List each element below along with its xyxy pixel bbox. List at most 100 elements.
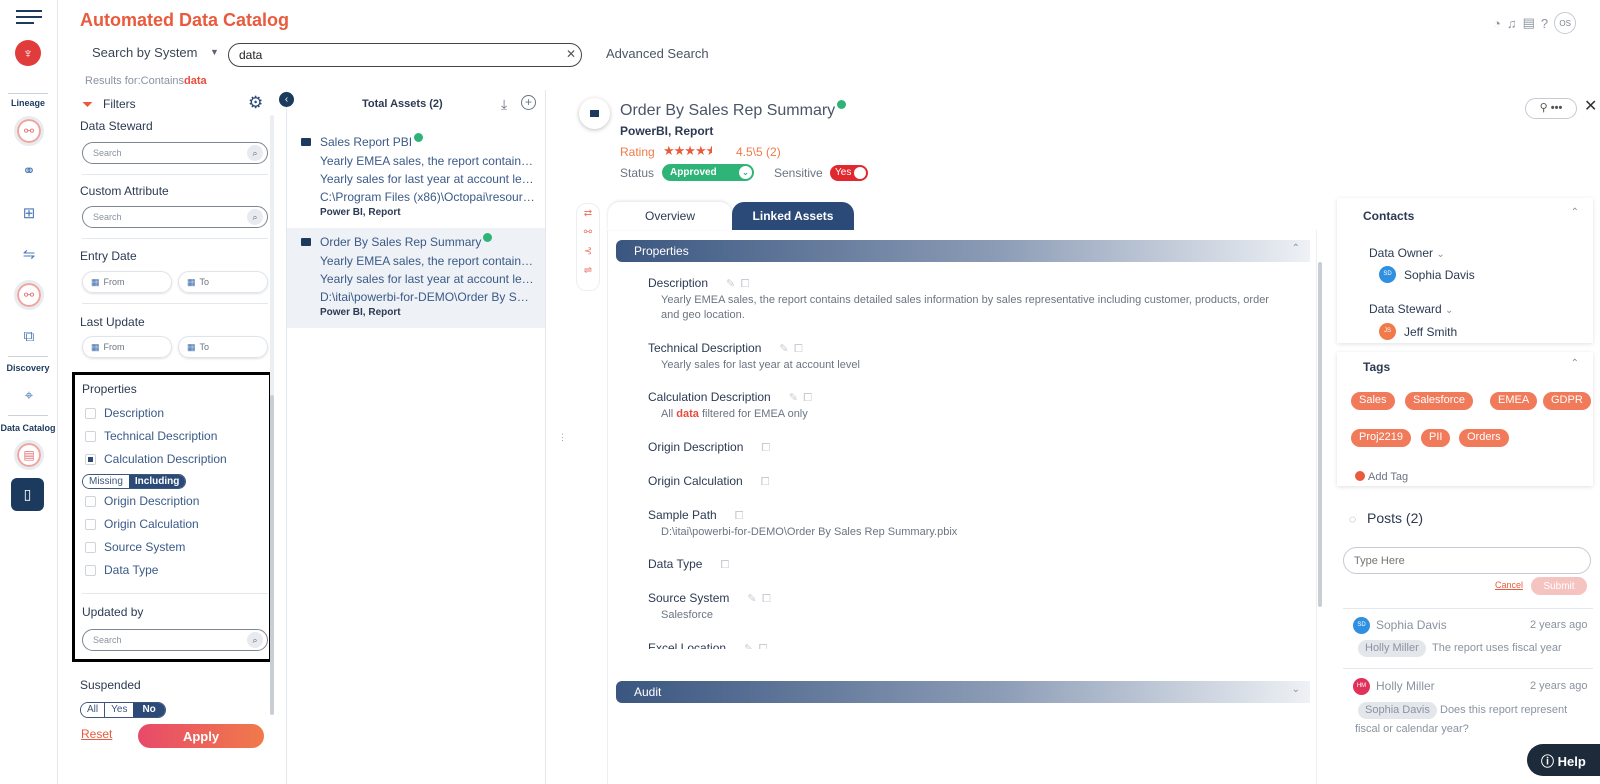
asset-list-item[interactable]: Sales Report PBI Yearly EMEA sales, the … bbox=[287, 128, 545, 228]
add-circle-icon[interactable]: + bbox=[521, 95, 536, 110]
missing-option[interactable]: Missing bbox=[83, 475, 129, 488]
tag-chip[interactable]: Salesforce bbox=[1405, 392, 1473, 410]
edit-pencil-icon[interactable]: ✎ bbox=[789, 392, 798, 404]
submit-post-button[interactable]: Submit bbox=[1531, 577, 1587, 595]
data-owner-name[interactable]: Sophia Davis bbox=[1404, 268, 1475, 282]
copy-icon[interactable]: ⧠ bbox=[803, 392, 812, 404]
advanced-search-link[interactable]: Advanced Search bbox=[606, 46, 709, 61]
checkbox-origin-description[interactable] bbox=[85, 496, 96, 507]
suspended-no-option[interactable]: No bbox=[133, 703, 165, 717]
flow-icon[interactable]: ⇌ bbox=[577, 261, 599, 280]
business-glossary-icon[interactable]: ▯ bbox=[11, 478, 44, 511]
document-icon[interactable]: ▤ bbox=[1523, 15, 1535, 31]
copy-icon[interactable]: ⧠ bbox=[761, 442, 770, 454]
edit-pencil-icon[interactable]: ✎ bbox=[726, 278, 735, 290]
tag-chip[interactable]: Sales bbox=[1351, 392, 1395, 410]
filter-settings-gear-icon[interactable]: ⚙ bbox=[248, 93, 263, 113]
help-question-icon[interactable]: ? bbox=[1541, 16, 1548, 31]
copy-icon[interactable]: ⧠ bbox=[735, 510, 744, 522]
properties-scrollbar-thumb[interactable] bbox=[1318, 262, 1322, 607]
bell-icon[interactable]: ♫ bbox=[1507, 16, 1517, 31]
copy-icon[interactable]: ⧠ bbox=[762, 593, 771, 605]
edit-pencil-icon[interactable]: ✎ bbox=[744, 643, 753, 649]
chevron-up-icon[interactable]: ⌃ bbox=[1571, 358, 1579, 369]
edit-pencil-icon[interactable]: ✎ bbox=[779, 343, 788, 355]
checkbox-source-system[interactable] bbox=[85, 542, 96, 553]
data-steward-search-input[interactable]: Search ⌕ bbox=[82, 142, 268, 164]
tag-chip[interactable]: GDPR bbox=[1543, 392, 1591, 410]
more-options-icon: ••• bbox=[1550, 102, 1563, 114]
chevron-down-icon[interactable]: ⌄ bbox=[1445, 305, 1453, 316]
data-catalog-icon[interactable]: ▤ bbox=[14, 440, 44, 470]
tag-chip[interactable]: EMEA bbox=[1490, 392, 1538, 410]
user-avatar[interactable]: OS bbox=[1554, 12, 1577, 34]
search-mode-dropdown[interactable]: Search by System bbox=[92, 45, 198, 60]
missing-including-toggle: Missing Including bbox=[82, 474, 187, 489]
custom-attribute-search-input[interactable]: Search ⌕ bbox=[82, 206, 268, 228]
tab-linked-assets[interactable]: Linked Assets bbox=[732, 202, 854, 230]
tag-chip[interactable]: PII bbox=[1421, 429, 1451, 447]
chevron-down-icon[interactable]: ⌄ bbox=[1436, 249, 1444, 260]
download-icon[interactable]: ⤓ bbox=[501, 96, 507, 113]
collapse-panel-chevron-icon[interactable]: ‹ bbox=[279, 92, 294, 107]
apply-button[interactable]: Apply bbox=[138, 724, 264, 748]
data-steward-name[interactable]: Jeff Smith bbox=[1404, 325, 1457, 339]
post-mention[interactable]: Sophia Davis bbox=[1358, 702, 1437, 719]
sensitive-toggle[interactable]: Yes bbox=[830, 165, 868, 181]
status-dropdown[interactable]: Approved ⌄ bbox=[662, 164, 754, 181]
lineage-cross-system-icon[interactable]: ⚯ bbox=[14, 116, 44, 146]
checkbox-origin-calculation[interactable] bbox=[85, 519, 96, 530]
checkbox-data-type[interactable] bbox=[85, 565, 96, 576]
copy-icon[interactable]: ⧠ bbox=[794, 343, 803, 355]
help-button[interactable]: ⓘ Help bbox=[1527, 744, 1600, 776]
tab-overview[interactable]: Overview bbox=[608, 202, 732, 230]
copy-icon[interactable]: ⧠ bbox=[741, 278, 750, 290]
lineage-hierarchy-icon[interactable]: ⊞ bbox=[14, 198, 44, 228]
tag-chip[interactable]: Proj2219 bbox=[1351, 429, 1412, 447]
cancel-post-link[interactable]: Cancel bbox=[1495, 580, 1523, 590]
copy-icon[interactable]: ⧠ bbox=[761, 476, 770, 488]
copy-icon[interactable]: ⧠ bbox=[720, 559, 729, 571]
close-detail-icon[interactable]: ✕ bbox=[1584, 96, 1597, 116]
edit-pencil-icon[interactable]: ✎ bbox=[747, 593, 756, 605]
entry-date-from-input[interactable]: ▦ From bbox=[82, 271, 172, 293]
asset-list-item-selected[interactable]: Order By Sales Rep Summary Yearly EMEA s… bbox=[287, 228, 545, 328]
lineage-shortcut-icon[interactable]: ⇄ bbox=[577, 204, 599, 223]
copy-icon[interactable]: ⧠ bbox=[759, 643, 768, 649]
post-input[interactable] bbox=[1343, 547, 1591, 574]
entry-date-to-input[interactable]: ▦ To bbox=[178, 271, 268, 293]
lineage-inner-system-icon[interactable]: ⚭ bbox=[14, 156, 44, 186]
tasks-icon[interactable]: ◔ bbox=[1493, 16, 1501, 31]
add-tag-button[interactable]: Add Tag bbox=[1355, 471, 1408, 483]
checkbox-description[interactable] bbox=[85, 408, 96, 419]
lineage-column-icon[interactable]: ⇋ bbox=[14, 239, 44, 269]
including-option[interactable]: Including bbox=[128, 475, 186, 488]
reset-link[interactable]: Reset bbox=[81, 727, 112, 741]
search-input[interactable] bbox=[228, 43, 582, 67]
discovery-telescope-icon[interactable]: ⌖ bbox=[14, 380, 44, 410]
checkbox-technical-description[interactable] bbox=[85, 431, 96, 442]
clear-search-icon[interactable]: ✕ bbox=[566, 47, 576, 61]
filters-scrollbar-thumb[interactable] bbox=[270, 395, 274, 715]
panel-resize-handle[interactable]: ⋮ bbox=[558, 432, 567, 443]
last-update-to-input[interactable]: ▦ To bbox=[178, 336, 268, 358]
properties-section-header[interactable]: Properties ⌃ bbox=[616, 240, 1310, 262]
tag-chip[interactable]: Orders bbox=[1459, 429, 1509, 447]
column-lineage-icon[interactable]: ⊰ bbox=[577, 242, 599, 261]
inner-lineage-icon[interactable]: ⚯ bbox=[577, 223, 599, 242]
audit-section-header[interactable]: Audit ⌄ bbox=[616, 681, 1310, 703]
octopai-logo-icon[interactable]: ♆ bbox=[15, 40, 41, 66]
updated-by-search-input[interactable]: Search ⌕ bbox=[82, 629, 268, 651]
chevron-down-icon[interactable]: ▼ bbox=[210, 47, 219, 57]
last-update-from-input[interactable]: ▦ From bbox=[82, 336, 172, 358]
suspended-all-option[interactable]: All bbox=[81, 703, 105, 717]
post-mention[interactable]: Holly Miller bbox=[1358, 640, 1426, 657]
lineage-map-icon[interactable]: ⧉ bbox=[14, 321, 44, 351]
rating-stars[interactable]: ★★★★★ bbox=[663, 143, 712, 159]
lineage-end-to-end-icon[interactable]: ⚯ bbox=[14, 280, 44, 310]
suspended-yes-option[interactable]: Yes bbox=[104, 703, 134, 717]
checkbox-calculation-description[interactable] bbox=[85, 454, 96, 465]
chevron-up-icon[interactable]: ⌃ bbox=[1571, 207, 1579, 218]
hamburger-icon[interactable] bbox=[16, 10, 42, 26]
link-more-actions-button[interactable]: ⚲ ••• bbox=[1525, 98, 1577, 119]
